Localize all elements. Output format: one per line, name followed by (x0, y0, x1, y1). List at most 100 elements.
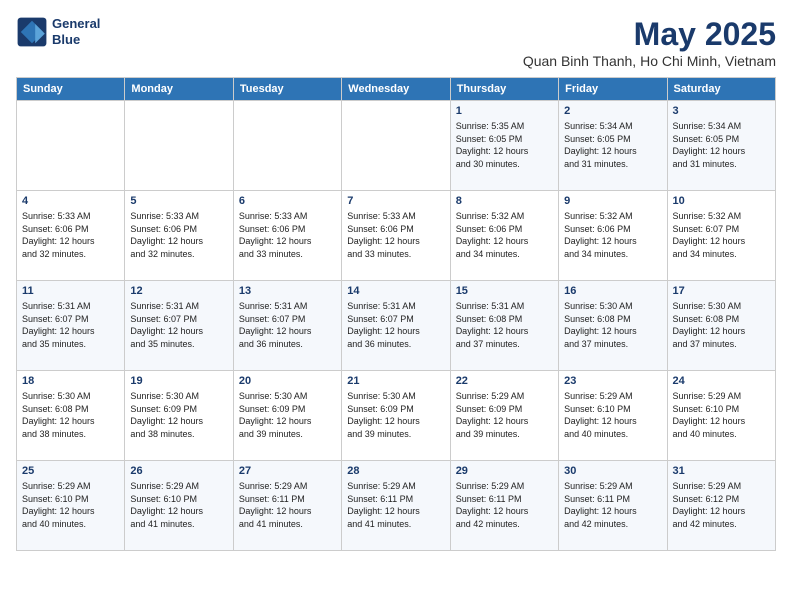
day-info: Sunrise: 5:31 AM Sunset: 6:07 PM Dayligh… (130, 300, 227, 350)
day-number: 6 (239, 195, 336, 207)
day-info: Sunrise: 5:29 AM Sunset: 6:10 PM Dayligh… (564, 390, 661, 440)
col-header-monday: Monday (125, 78, 233, 101)
day-cell: 27 Sunrise: 5:29 AM Sunset: 6:11 PM Dayli… (233, 461, 341, 551)
day-cell: 7Sunrise: 5:33 AM Sunset: 6:06 PM Daylig… (342, 191, 450, 281)
day-info: Sunrise: 5:30 AM Sunset: 6:08 PM Dayligh… (673, 300, 770, 350)
day-number: 30 (564, 465, 661, 477)
day-cell: 9 Sunrise: 5:32 AM Sunset: 6:06 PM Daylig… (559, 191, 667, 281)
day-cell: 4 Sunrise: 5:33 AM Sunset: 6:06 PM Daylig… (17, 191, 125, 281)
day-info: Sunrise: 5:30 AM Sunset: 6:08 PM Dayligh… (22, 390, 119, 440)
day-number: 22 (456, 375, 553, 387)
day-info: Sunrise: 5:32 AM Sunset: 6:06 PM Dayligh… (456, 210, 553, 260)
day-cell (342, 101, 450, 191)
col-header-tuesday: Tuesday (233, 78, 341, 101)
day-cell: 23 Sunrise: 5:29 AM Sunset: 6:10 PM Dayli… (559, 371, 667, 461)
day-info: Sunrise: 5:35 AM Sunset: 6:05 PM Dayligh… (456, 120, 553, 170)
day-info: Sunrise: 5:34 AM Sunset: 6:05 PM Dayligh… (564, 120, 661, 170)
day-info: Sunrise: 5:31 AM Sunset: 6:07 PM Dayligh… (22, 300, 119, 350)
day-number: 28 (347, 465, 444, 477)
col-header-saturday: Saturday (667, 78, 775, 101)
day-cell: 28 Sunrise: 5:29 AM Sunset: 6:11 PM Dayli… (342, 461, 450, 551)
col-header-sunday: Sunday (17, 78, 125, 101)
day-info: Sunrise: 5:34 AM Sunset: 6:05 PM Dayligh… (673, 120, 770, 170)
day-info: Sunrise: 5:32 AM Sunset: 6:06 PM Dayligh… (564, 210, 661, 260)
day-cell: 15Sunrise: 5:31 AM Sunset: 6:08 PM Dayli… (450, 281, 558, 371)
day-cell: 25 Sunrise: 5:29 AM Sunset: 6:10 PM Dayli… (17, 461, 125, 551)
day-info: Sunrise: 5:29 AM Sunset: 6:11 PM Dayligh… (456, 480, 553, 530)
day-info: Sunrise: 5:29 AM Sunset: 6:09 PM Dayligh… (456, 390, 553, 440)
day-number: 1 (456, 105, 553, 117)
day-number: 23 (564, 375, 661, 387)
week-row-4: 18 Sunrise: 5:30 AM Sunset: 6:08 PM Dayli… (17, 371, 776, 461)
day-cell: 3Sunrise: 5:34 AM Sunset: 6:05 PM Daylig… (667, 101, 775, 191)
day-info: Sunrise: 5:30 AM Sunset: 6:09 PM Dayligh… (239, 390, 336, 440)
day-number: 29 (456, 465, 553, 477)
week-row-5: 25 Sunrise: 5:29 AM Sunset: 6:10 PM Dayli… (17, 461, 776, 551)
title-block: May 2025 Quan Binh Thanh, Ho Chi Minh, V… (523, 16, 776, 69)
day-info: Sunrise: 5:31 AM Sunset: 6:07 PM Dayligh… (347, 300, 444, 350)
day-info: Sunrise: 5:30 AM Sunset: 6:09 PM Dayligh… (130, 390, 227, 440)
day-cell: 20 Sunrise: 5:30 AM Sunset: 6:09 PM Dayli… (233, 371, 341, 461)
day-number: 20 (239, 375, 336, 387)
logo-icon (16, 16, 48, 48)
day-number: 31 (673, 465, 770, 477)
day-cell: 31 Sunrise: 5:29 AM Sunset: 6:12 PM Dayli… (667, 461, 775, 551)
day-cell: 11 Sunrise: 5:31 AM Sunset: 6:07 PM Dayli… (17, 281, 125, 371)
day-number: 9 (564, 195, 661, 207)
day-number: 4 (22, 195, 119, 207)
day-number: 26 (130, 465, 227, 477)
day-info: Sunrise: 5:33 AM Sunset: 6:06 PM Dayligh… (22, 210, 119, 260)
day-number: 7 (347, 195, 444, 207)
day-info: Sunrise: 5:33 AM Sunset: 6:06 PM Dayligh… (239, 210, 336, 260)
day-cell: 8 Sunrise: 5:32 AM Sunset: 6:06 PM Daylig… (450, 191, 558, 281)
day-number: 12 (130, 285, 227, 297)
day-info: Sunrise: 5:29 AM Sunset: 6:12 PM Dayligh… (673, 480, 770, 530)
day-info: Sunrise: 5:31 AM Sunset: 6:08 PM Dayligh… (456, 300, 553, 350)
day-cell (125, 101, 233, 191)
day-cell: 19 Sunrise: 5:30 AM Sunset: 6:09 PM Dayli… (125, 371, 233, 461)
day-info: Sunrise: 5:29 AM Sunset: 6:10 PM Dayligh… (673, 390, 770, 440)
day-number: 13 (239, 285, 336, 297)
day-cell (233, 101, 341, 191)
day-number: 11 (22, 285, 119, 297)
calendar-subtitle: Quan Binh Thanh, Ho Chi Minh, Vietnam (523, 53, 776, 69)
day-info: Sunrise: 5:30 AM Sunset: 6:08 PM Dayligh… (564, 300, 661, 350)
day-number: 17 (673, 285, 770, 297)
day-info: Sunrise: 5:29 AM Sunset: 6:10 PM Dayligh… (130, 480, 227, 530)
day-cell: 1 Sunrise: 5:35 AM Sunset: 6:05 PM Daylig… (450, 101, 558, 191)
day-info: Sunrise: 5:29 AM Sunset: 6:11 PM Dayligh… (564, 480, 661, 530)
week-row-1: 1 Sunrise: 5:35 AM Sunset: 6:05 PM Daylig… (17, 101, 776, 191)
day-number: 19 (130, 375, 227, 387)
calendar-title: May 2025 (523, 16, 776, 53)
day-number: 25 (22, 465, 119, 477)
day-number: 18 (22, 375, 119, 387)
col-header-wednesday: Wednesday (342, 78, 450, 101)
day-cell: 5Sunrise: 5:33 AM Sunset: 6:06 PM Daylig… (125, 191, 233, 281)
day-number: 21 (347, 375, 444, 387)
day-cell: 30 Sunrise: 5:29 AM Sunset: 6:11 PM Dayli… (559, 461, 667, 551)
day-info: Sunrise: 5:29 AM Sunset: 6:11 PM Dayligh… (347, 480, 444, 530)
day-number: 24 (673, 375, 770, 387)
day-cell: 18 Sunrise: 5:30 AM Sunset: 6:08 PM Dayli… (17, 371, 125, 461)
week-row-2: 4 Sunrise: 5:33 AM Sunset: 6:06 PM Daylig… (17, 191, 776, 281)
day-cell: 16 Sunrise: 5:30 AM Sunset: 6:08 PM Dayli… (559, 281, 667, 371)
calendar-header: SundayMondayTuesdayWednesdayThursdayFrid… (17, 78, 776, 101)
day-number: 14 (347, 285, 444, 297)
day-cell: 14 Sunrise: 5:31 AM Sunset: 6:07 PM Dayli… (342, 281, 450, 371)
day-number: 2 (564, 105, 661, 117)
week-row-3: 11 Sunrise: 5:31 AM Sunset: 6:07 PM Dayli… (17, 281, 776, 371)
day-number: 10 (673, 195, 770, 207)
day-number: 8 (456, 195, 553, 207)
day-info: Sunrise: 5:29 AM Sunset: 6:10 PM Dayligh… (22, 480, 119, 530)
day-cell (17, 101, 125, 191)
day-cell: 29 Sunrise: 5:29 AM Sunset: 6:11 PM Dayli… (450, 461, 558, 551)
day-info: Sunrise: 5:31 AM Sunset: 6:07 PM Dayligh… (239, 300, 336, 350)
day-info: Sunrise: 5:29 AM Sunset: 6:11 PM Dayligh… (239, 480, 336, 530)
day-number: 27 (239, 465, 336, 477)
day-info: Sunrise: 5:30 AM Sunset: 6:09 PM Dayligh… (347, 390, 444, 440)
day-cell: 22 Sunrise: 5:29 AM Sunset: 6:09 PM Dayli… (450, 371, 558, 461)
day-info: Sunrise: 5:32 AM Sunset: 6:07 PM Dayligh… (673, 210, 770, 260)
day-cell: 13 Sunrise: 5:31 AM Sunset: 6:07 PM Dayli… (233, 281, 341, 371)
day-number: 16 (564, 285, 661, 297)
day-cell: 6 Sunrise: 5:33 AM Sunset: 6:06 PM Daylig… (233, 191, 341, 281)
